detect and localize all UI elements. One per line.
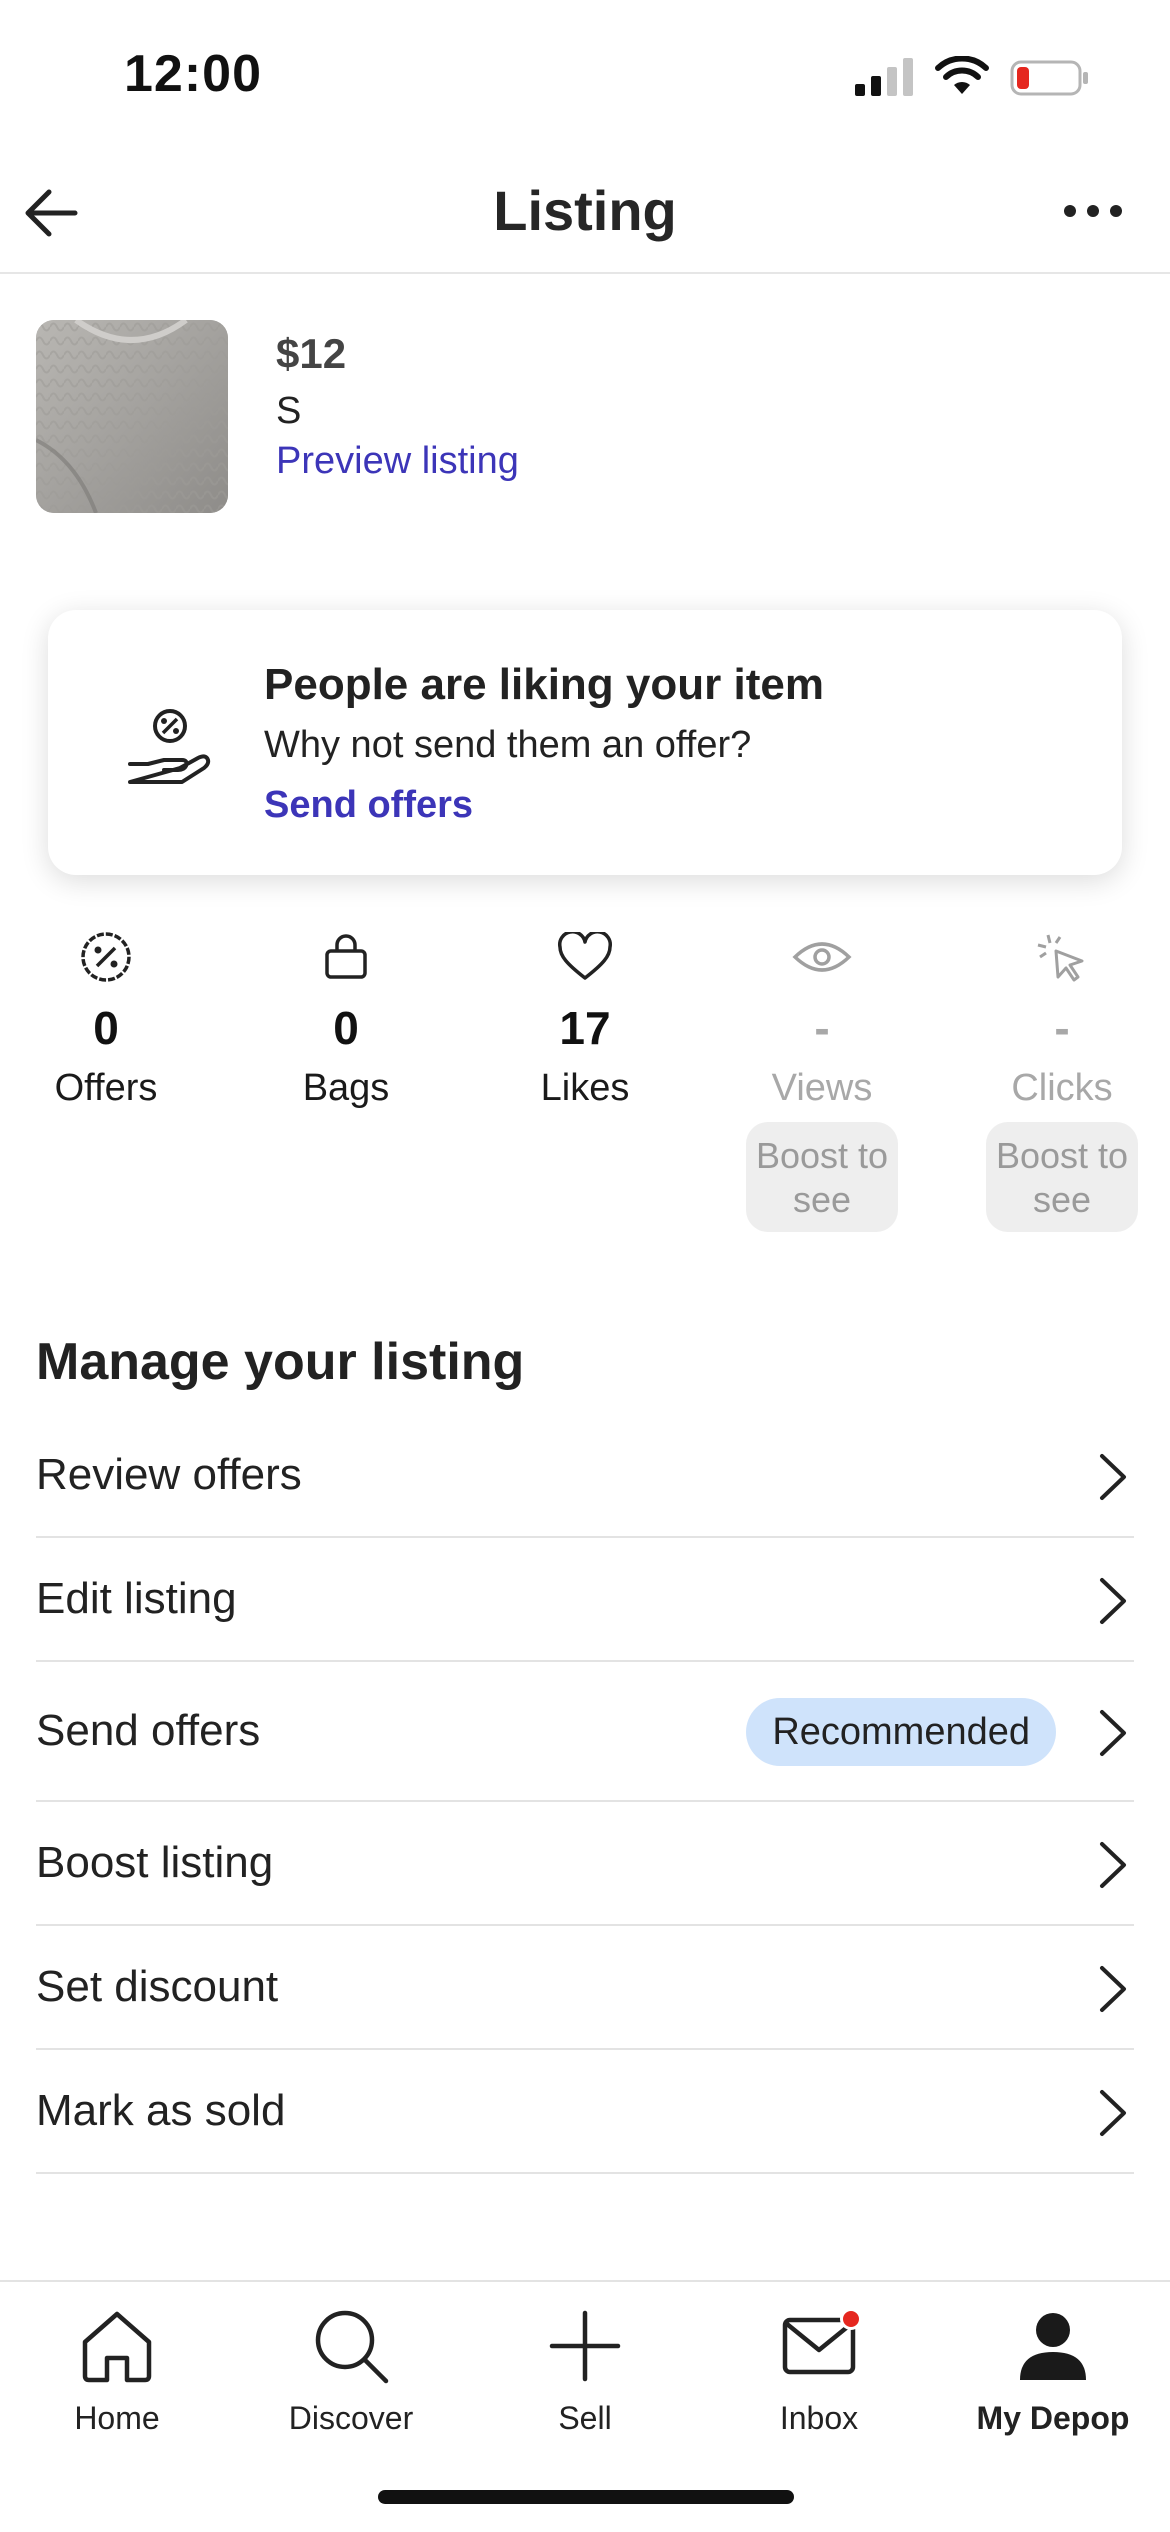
chevron-right-icon [1100,1966,1126,2012]
stat-clicks: - Clicks Boost to see [962,925,1162,1232]
tab-sell[interactable]: Sell [468,2296,702,2437]
manage-section-title: Manage your listing [36,1333,525,1391]
stat-label: Offers [54,1067,158,1109]
stat-value: - [1054,1002,1070,1054]
status-time: 12:00 [124,45,262,103]
tab-home[interactable]: Home [0,2296,234,2437]
chevron-right-icon [1100,1710,1126,1756]
send-offers-link[interactable]: Send offers [264,784,473,827]
chevron-right-icon [1100,1454,1126,1500]
row-label: Review offers [36,1450,302,1499]
chevron-right-icon [1100,1578,1126,1624]
banner-subtitle: Why not send them an offer? [264,724,752,766]
user-icon [1020,2313,1086,2380]
set-discount-row[interactable]: Set discount [36,1926,1134,2050]
row-label: Edit listing [36,1574,237,1623]
stat-bags: 0 Bags [246,925,446,1110]
tab-label: Discover [288,2400,414,2436]
offer-suggestion-card: People are liking your item Why not send… [48,610,1122,875]
tab-my-depop[interactable]: My Depop [936,2296,1170,2437]
notification-dot [840,2308,862,2330]
home-icon [82,2311,152,2383]
row-label: Set discount [36,1962,279,2011]
wifi-icon [935,56,989,94]
send-offers-row[interactable]: Send offers Recommended [36,1662,1134,1802]
stat-value: - [814,1002,830,1054]
row-label: Mark as sold [36,2086,286,2135]
boost-to-see-pill[interactable]: Boost to see [986,1122,1138,1232]
banner-title: People are liking your item [264,660,824,709]
stat-value: 0 [93,1002,119,1054]
bag-icon [325,934,367,979]
cursor-click-icon [1037,934,1084,982]
edit-listing-row[interactable]: Edit listing [36,1538,1134,1662]
percent-icon [81,932,131,982]
page-title: Listing [493,179,677,242]
status-bar: 12:00 [0,0,1170,150]
stat-label: Clicks [1011,1067,1113,1109]
eye-icon [792,942,852,972]
tab-label: Sell [558,2400,612,2436]
item-price: $12 [276,330,347,377]
tab-label: Home [74,2400,160,2436]
item-size: S [276,390,302,432]
boost-to-see-pill[interactable]: Boost to see [746,1122,898,1232]
stat-label: Bags [302,1067,390,1109]
chevron-right-icon [1100,2090,1126,2136]
more-horizontal-icon [1064,205,1122,217]
stat-value: 0 [333,1002,359,1054]
search-icon [315,2310,389,2384]
review-offers-row[interactable]: Review offers [36,1414,1134,1538]
tab-label: My Depop [976,2400,1130,2436]
stat-label: Likes [540,1067,630,1109]
recommended-badge: Recommended [746,1698,1056,1766]
boost-listing-row[interactable]: Boost listing [36,1802,1134,1926]
battery-low-icon [1010,60,1088,96]
hand-discount-icon [128,709,211,784]
home-indicator [378,2490,794,2504]
tab-label: Inbox [779,2400,859,2436]
preview-listing-link[interactable]: Preview listing [276,440,519,483]
stat-likes: 17 Likes [485,925,685,1110]
row-label: Send offers [36,1706,261,1755]
row-label: Boost listing [36,1838,274,1887]
sweater-image [36,320,228,513]
more-options-button[interactable] [1055,186,1131,236]
mark-as-sold-row[interactable]: Mark as sold [36,2050,1134,2174]
chevron-right-icon [1100,1842,1126,1888]
heart-icon [558,932,612,980]
stat-offers: 0 Offers [6,925,206,1110]
item-thumbnail[interactable] [36,320,228,513]
tab-discover[interactable]: Discover [234,2296,468,2437]
stat-value: 17 [559,1002,611,1054]
plus-icon [549,2310,621,2382]
tab-inbox[interactable]: Inbox [702,2296,936,2437]
navigation-bar: Listing [0,150,1170,274]
stat-label: Views [771,1067,873,1109]
cellular-signal-icon [855,58,913,96]
stat-views: - Views Boost to see [722,925,922,1232]
